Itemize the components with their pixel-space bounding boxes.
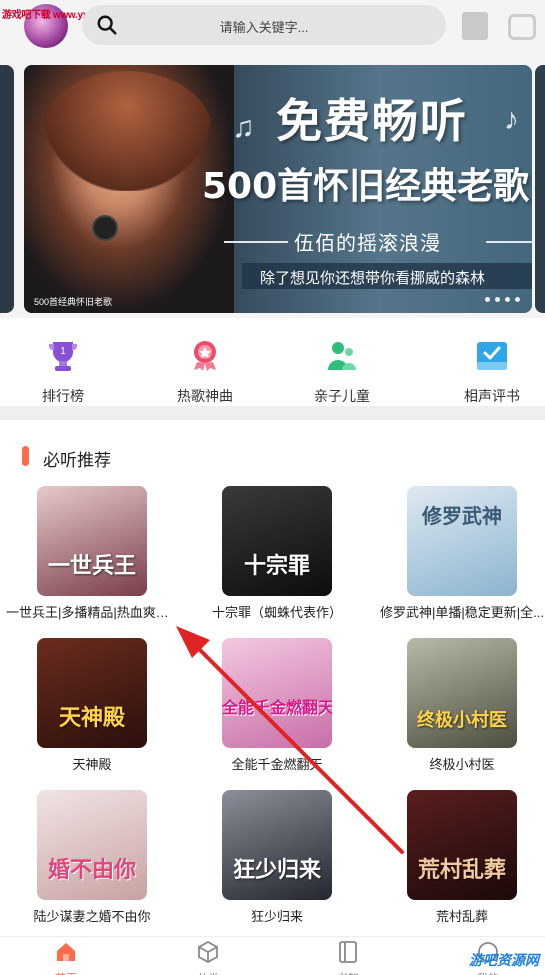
search-placeholder: 请输入关键字... [219,20,309,35]
book-item[interactable]: 婚不由你 陆少谋妻之婚不由你 [2,790,182,925]
book-cover: 一世兵王 [37,486,147,596]
book-cover: 十宗罪 [222,486,332,596]
book-cover: 全能千金燃翻天 [222,638,332,748]
banner-subheadline: 500首怀旧经典老歌 [202,166,530,207]
book-cover: 终极小村医 [407,638,517,748]
category-ranking[interactable]: 1 排行榜 [8,340,118,406]
watermark-bottom: 游吧资源网 [469,952,539,968]
category-hot-songs[interactable]: 热歌神曲 [150,340,260,406]
nav-label: 首页 [36,970,96,975]
home-icon [57,943,75,961]
banner-strip: 除了想见你还想带你看挪威的森林 [242,263,532,289]
book-item[interactable]: 十宗罪 十宗罪（蜘蛛代表作） [187,486,367,621]
top-bar: 游戏吧下载 www.yx61.com 请输入关键字... [0,0,545,56]
nav-label: 分类 [178,970,238,975]
medal-icon [194,341,216,371]
cube-icon [198,940,218,964]
section-accent-bar [22,446,29,466]
nav-category[interactable]: 分类 [178,940,238,975]
book-item[interactable]: 狂少归来 狂少归来 [187,790,367,925]
book-title: 一世兵王|多播精品|热血爽文... [6,605,180,620]
book-title: 荒村乱葬 [435,909,488,924]
banner-carousel: ♫ ♪ 免费畅听 500首怀旧经典老歌 伍佰的摇滚浪漫 除了想见你还想带你看挪威… [0,56,545,318]
category-crosstalk[interactable]: 相声评书 [437,340,545,406]
banner-slide[interactable]: ♫ ♪ 免费畅听 500首怀旧经典老歌 伍佰的摇滚浪漫 除了想见你还想带你看挪威… [24,65,532,313]
divider [224,241,288,243]
category-label: 亲子儿童 [314,388,370,404]
banner-next-peek[interactable] [535,65,545,313]
section-title: 必听推荐 [43,451,111,470]
family-icon [328,342,356,370]
divider [0,406,545,420]
banner-tagline: 伍佰的摇滚浪漫 [294,233,441,255]
search-bar[interactable]: 请输入关键字... [82,5,446,45]
book-cover: 修罗武神 [407,486,517,596]
trophy-icon: 1 [48,342,78,371]
banner-strip-text: 除了想见你还想带你看挪威的森林 [260,270,486,287]
book-title: 全能千金燃翻天 [231,757,323,772]
bottom-nav: 首页 分类 书架 我的 [0,936,545,975]
book-item[interactable]: 全能千金燃翻天 全能千金燃翻天 [187,638,367,773]
microphone-icon [92,215,118,241]
book-item[interactable]: 一世兵王 一世兵王|多播精品|热血爽文... [2,486,182,621]
book-title: 修罗武神|单播|稳定更新|全... [380,605,544,620]
book-title: 十宗罪（蜘蛛代表作） [211,605,342,620]
banner-headline: 免费畅听 [276,94,468,148]
nav-bookshelf[interactable]: 书架 [318,941,378,975]
carousel-dots [485,297,520,302]
banner-prev-peek[interactable] [0,65,14,313]
book-title: 终极小村医 [429,757,495,772]
book-cover: 狂少归来 [222,790,332,900]
bookshelf-icon [339,941,357,963]
book-title: 狂少归来 [250,909,303,924]
nav-label: 书架 [318,970,378,975]
music-note-icon: ♪ [504,103,519,136]
book-cover: 荒村乱葬 [407,790,517,900]
category-label: 排行榜 [42,388,84,404]
book-title: 天神殿 [72,757,112,772]
category-row: 1 排行榜 热歌神曲 亲子儿童 相声评书 [0,318,545,406]
bookmark-icon[interactable] [462,12,488,40]
category-label: 相声评书 [464,388,520,404]
book-title: 陆少谋妻之婚不由你 [33,909,151,924]
book-item[interactable]: 修罗武神 修罗武神|单播|稳定更新|全... [372,486,545,621]
category-label: 热歌神曲 [177,388,233,404]
music-note-icon: ♫ [232,111,255,144]
history-icon[interactable] [508,14,536,40]
divider [486,241,532,243]
svg-text:1: 1 [60,346,66,357]
nav-label: 我的 [458,970,518,975]
book-icon [477,342,507,370]
book-item[interactable]: 荒村乱葬 荒村乱葬 [372,790,545,925]
book-cover: 婚不由你 [37,790,147,900]
book-item[interactable]: 天神殿 天神殿 [2,638,182,773]
category-kids[interactable]: 亲子儿童 [287,340,397,406]
book-cover: 天神殿 [37,638,147,748]
book-item[interactable]: 终极小村医 终极小村医 [372,638,545,773]
nav-home[interactable]: 首页 [36,941,96,975]
banner-caption: 500首经典怀旧老歌 [34,297,113,307]
